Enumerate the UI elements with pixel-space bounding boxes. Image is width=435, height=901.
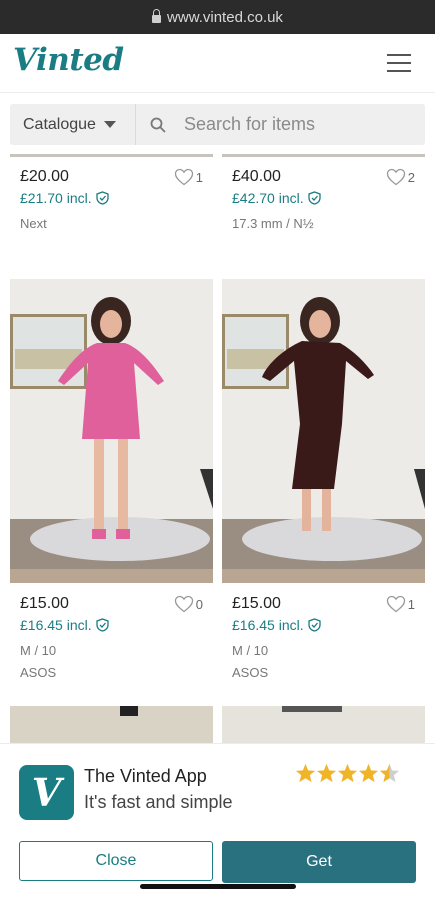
shield-check-icon: [307, 191, 321, 205]
shield-check-icon: [95, 618, 109, 632]
favourite-button[interactable]: 0: [174, 595, 203, 613]
price-incl-text: £42.70 incl.: [232, 190, 304, 206]
favourite-button[interactable]: 1: [386, 595, 415, 613]
search-field: [136, 113, 416, 136]
hamburger-menu-icon[interactable]: [387, 53, 411, 73]
star-icon: [337, 763, 358, 783]
price-incl-text: £16.45 incl.: [20, 617, 92, 633]
vinted-app-icon: V: [19, 765, 74, 820]
item-photo[interactable]: [222, 279, 425, 583]
star-icon: [295, 763, 316, 783]
price-incl-text: £16.45 incl.: [232, 617, 304, 633]
catalogue-label: Catalogue: [23, 115, 96, 133]
photo-detail: [282, 706, 342, 712]
get-app-button[interactable]: Get: [222, 841, 416, 883]
heart-icon: [174, 168, 193, 186]
item-brand: Next: [20, 216, 47, 231]
shield-check-icon: [307, 618, 321, 632]
star-icon: [358, 763, 379, 783]
shield-check-icon: [95, 191, 109, 205]
url-text: www.vinted.co.uk: [167, 8, 283, 26]
app-name: The Vinted App: [84, 766, 207, 786]
item-brand: ASOS: [20, 665, 57, 680]
item-size: M / 10: [20, 643, 57, 658]
favourite-count: 1: [407, 596, 415, 612]
search-bar: Catalogue: [10, 104, 425, 145]
app-rating: [295, 763, 400, 783]
dress-photo-image: [222, 279, 425, 583]
site-header: Vinted: [0, 34, 435, 92]
item-price-incl: £16.45 incl.: [232, 617, 415, 633]
favourite-button[interactable]: 2: [386, 168, 415, 186]
item-price-incl: £42.70 incl.: [232, 190, 415, 206]
browser-url-bar[interactable]: www.vinted.co.uk: [0, 0, 435, 34]
header-divider: [0, 92, 435, 93]
item-size: M / 10: [232, 643, 269, 658]
item-card[interactable]: £15.00 £16.45 incl. M / 10 ASOS 0: [10, 583, 213, 680]
favourite-count: 1: [195, 169, 203, 185]
item-price-incl: £21.70 incl.: [20, 190, 203, 206]
app-install-banner: V The Vinted App It's fast and simple Cl…: [0, 743, 435, 901]
item-card[interactable]: £15.00 £16.45 incl. M / 10 ASOS 1: [222, 583, 425, 680]
app-tagline: It's fast and simple: [84, 792, 233, 812]
item-photo[interactable]: [10, 706, 213, 746]
dress-photo-image: [10, 279, 213, 583]
item-photo[interactable]: [10, 279, 213, 583]
item-photo[interactable]: [222, 706, 425, 746]
item-size: 17.3 mm / N½: [232, 216, 314, 231]
item-card[interactable]: £40.00 £42.70 incl. 17.3 mm / N½ 2: [222, 154, 425, 238]
heart-icon: [174, 595, 193, 613]
search-input[interactable]: [182, 113, 416, 136]
chevron-down-icon: [103, 121, 116, 128]
home-indicator: [140, 884, 296, 889]
hanger-clip: [120, 706, 138, 716]
half-star-icon: [379, 763, 400, 783]
search-icon: [150, 117, 166, 133]
star-icon: [316, 763, 337, 783]
vinted-logo[interactable]: Vinted: [13, 42, 124, 78]
item-price-incl: £16.45 incl.: [20, 617, 203, 633]
catalogue-dropdown[interactable]: Catalogue: [10, 104, 136, 145]
favourite-button[interactable]: 1: [174, 168, 203, 186]
heart-icon: [386, 168, 405, 186]
heart-icon: [386, 595, 405, 613]
item-card[interactable]: £20.00 £21.70 incl. Next 1: [10, 154, 213, 231]
lock-icon: [152, 9, 162, 23]
close-button[interactable]: Close: [19, 841, 213, 881]
price-incl-text: £21.70 incl.: [20, 190, 92, 206]
favourite-count: 0: [195, 596, 203, 612]
favourite-count: 2: [407, 169, 415, 185]
item-brand: ASOS: [232, 665, 269, 680]
